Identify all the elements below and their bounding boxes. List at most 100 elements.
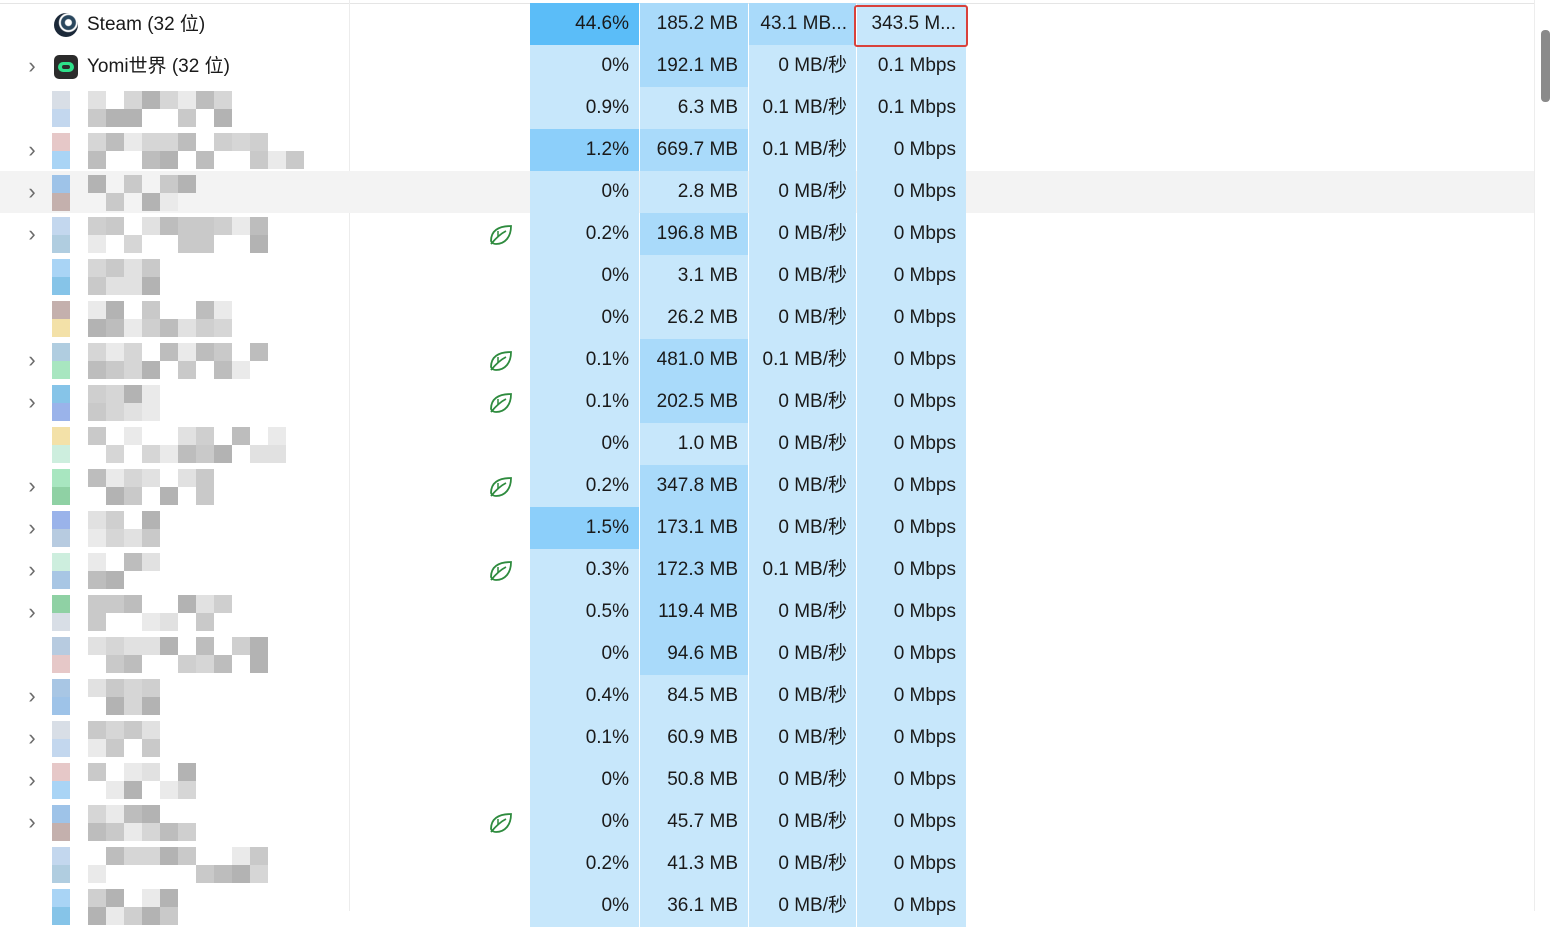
chevron-right-icon[interactable]: › <box>22 391 42 413</box>
chevron-right-icon[interactable]: › <box>22 727 42 749</box>
chevron-right-icon[interactable]: › <box>22 139 42 161</box>
table-row[interactable]: › 0.3% 172.3 MB 0.1 MB/秒 0 Mbps <box>0 549 1534 591</box>
memory-cell[interactable]: 94.6 MB <box>640 633 748 675</box>
disk-cell[interactable]: 0 MB/秒 <box>749 297 856 339</box>
disk-cell[interactable]: 0.1 MB/秒 <box>749 549 856 591</box>
table-row[interactable]: › 0.1% 202.5 MB 0 MB/秒 0 Mbps <box>0 381 1534 423</box>
cpu-cell[interactable]: 0.2% <box>530 465 639 507</box>
chevron-right-icon[interactable]: › <box>22 769 42 791</box>
cpu-cell[interactable]: 0.9% <box>530 87 639 129</box>
network-cell[interactable]: 0.1 Mbps <box>857 87 966 129</box>
network-cell[interactable]: 0.1 Mbps <box>857 45 966 87</box>
table-row[interactable]: › 0.1% 481.0 MB 0.1 MB/秒 0 Mbps <box>0 339 1534 381</box>
table-row[interactable]: › 1.2% 669.7 MB 0.1 MB/秒 0 Mbps <box>0 129 1534 171</box>
network-cell[interactable]: 0 Mbps <box>857 423 966 465</box>
cpu-cell[interactable]: 0.5% <box>530 591 639 633</box>
memory-cell[interactable]: 6.3 MB <box>640 87 748 129</box>
memory-cell[interactable]: 36.1 MB <box>640 885 748 927</box>
memory-cell[interactable]: 173.1 MB <box>640 507 748 549</box>
cpu-cell[interactable]: 0.2% <box>530 843 639 885</box>
table-row[interactable]: › 1.5% 173.1 MB 0 MB/秒 0 Mbps <box>0 507 1534 549</box>
table-row[interactable]: 0% 26.2 MB 0 MB/秒 0 Mbps <box>0 297 1534 339</box>
cpu-cell[interactable]: 0% <box>530 297 639 339</box>
network-cell[interactable]: 0 Mbps <box>857 507 966 549</box>
network-cell[interactable]: 0 Mbps <box>857 843 966 885</box>
table-row[interactable]: Steam (32 位) 44.6% 185.2 MB 43.1 MB... 343.5… <box>0 3 1534 45</box>
disk-cell[interactable]: 0.1 MB/秒 <box>749 87 856 129</box>
chevron-right-icon[interactable]: › <box>22 559 42 581</box>
chevron-right-icon[interactable]: › <box>22 223 42 245</box>
table-row[interactable]: › 0.4% 84.5 MB 0 MB/秒 0 Mbps <box>0 675 1534 717</box>
memory-cell[interactable]: 669.7 MB <box>640 129 748 171</box>
cpu-cell[interactable]: 0.3% <box>530 549 639 591</box>
network-cell[interactable]: 0 Mbps <box>857 591 966 633</box>
network-cell[interactable]: 0 Mbps <box>857 675 966 717</box>
disk-cell[interactable]: 0 MB/秒 <box>749 885 856 927</box>
memory-cell[interactable]: 192.1 MB <box>640 45 748 87</box>
vertical-scrollbar[interactable] <box>1534 0 1558 911</box>
table-row[interactable]: › Yomi世界 (32 位) 0% 192.1 MB 0 MB/秒 0.1 Mbps <box>0 45 1534 87</box>
network-cell[interactable]: 0 Mbps <box>857 717 966 759</box>
table-row[interactable]: › 0.5% 119.4 MB 0 MB/秒 0 Mbps <box>0 591 1534 633</box>
memory-cell[interactable]: 347.8 MB <box>640 465 748 507</box>
memory-cell[interactable]: 45.7 MB <box>640 801 748 843</box>
disk-cell[interactable]: 0 MB/秒 <box>749 381 856 423</box>
cpu-cell[interactable]: 0% <box>530 45 639 87</box>
chevron-right-icon[interactable]: › <box>22 685 42 707</box>
network-cell[interactable]: 0 Mbps <box>857 255 966 297</box>
cpu-cell[interactable]: 0.1% <box>530 339 639 381</box>
cpu-cell[interactable]: 0% <box>530 255 639 297</box>
disk-cell[interactable]: 0 MB/秒 <box>749 717 856 759</box>
disk-cell[interactable]: 43.1 MB... <box>749 3 856 45</box>
cpu-cell[interactable]: 1.2% <box>530 129 639 171</box>
memory-cell[interactable]: 202.5 MB <box>640 381 748 423</box>
disk-cell[interactable]: 0 MB/秒 <box>749 45 856 87</box>
cpu-cell[interactable]: 0% <box>530 423 639 465</box>
table-row[interactable]: 0% 94.6 MB 0 MB/秒 0 Mbps <box>0 633 1534 675</box>
memory-cell[interactable]: 26.2 MB <box>640 297 748 339</box>
chevron-right-icon[interactable]: › <box>22 517 42 539</box>
memory-cell[interactable]: 481.0 MB <box>640 339 748 381</box>
network-cell[interactable]: 0 Mbps <box>857 129 966 171</box>
cpu-cell[interactable]: 0% <box>530 633 639 675</box>
chevron-right-icon[interactable]: › <box>22 349 42 371</box>
chevron-right-icon[interactable]: › <box>22 475 42 497</box>
table-row[interactable]: 0.9% 6.3 MB 0.1 MB/秒 0.1 Mbps <box>0 87 1534 129</box>
chevron-right-icon[interactable]: › <box>22 811 42 833</box>
table-row[interactable]: › 0.2% 196.8 MB 0 MB/秒 0 Mbps <box>0 213 1534 255</box>
disk-cell[interactable]: 0.1 MB/秒 <box>749 129 856 171</box>
chevron-right-icon[interactable]: › <box>22 601 42 623</box>
memory-cell[interactable]: 3.1 MB <box>640 255 748 297</box>
table-row[interactable]: › 0.1% 60.9 MB 0 MB/秒 0 Mbps <box>0 717 1534 759</box>
network-cell[interactable]: 0 Mbps <box>857 339 966 381</box>
memory-cell[interactable]: 84.5 MB <box>640 675 748 717</box>
table-row[interactable]: 0% 1.0 MB 0 MB/秒 0 Mbps <box>0 423 1534 465</box>
cpu-cell[interactable]: 0.4% <box>530 675 639 717</box>
chevron-right-icon[interactable]: › <box>22 55 42 77</box>
network-cell[interactable]: 0 Mbps <box>857 465 966 507</box>
disk-cell[interactable]: 0 MB/秒 <box>749 423 856 465</box>
network-cell[interactable]: 0 Mbps <box>857 759 966 801</box>
memory-cell[interactable]: 60.9 MB <box>640 717 748 759</box>
disk-cell[interactable]: 0 MB/秒 <box>749 633 856 675</box>
disk-cell[interactable]: 0 MB/秒 <box>749 843 856 885</box>
disk-cell[interactable]: 0 MB/秒 <box>749 255 856 297</box>
table-row[interactable]: › 0.2% 347.8 MB 0 MB/秒 0 Mbps <box>0 465 1534 507</box>
table-row[interactable]: › 0% 2.8 MB 0 MB/秒 0 Mbps <box>0 171 1534 213</box>
memory-cell[interactable]: 50.8 MB <box>640 759 748 801</box>
disk-cell[interactable]: 0 MB/秒 <box>749 171 856 213</box>
memory-cell[interactable]: 172.3 MB <box>640 549 748 591</box>
memory-cell[interactable]: 119.4 MB <box>640 591 748 633</box>
table-row[interactable]: › 0% 50.8 MB 0 MB/秒 0 Mbps <box>0 759 1534 801</box>
network-cell[interactable]: 0 Mbps <box>857 633 966 675</box>
table-row[interactable]: 0.2% 41.3 MB 0 MB/秒 0 Mbps <box>0 843 1534 885</box>
memory-cell[interactable]: 185.2 MB <box>640 3 748 45</box>
memory-cell[interactable]: 1.0 MB <box>640 423 748 465</box>
disk-cell[interactable]: 0 MB/秒 <box>749 465 856 507</box>
network-cell[interactable]: 0 Mbps <box>857 213 966 255</box>
network-cell[interactable]: 0 Mbps <box>857 171 966 213</box>
cpu-cell[interactable]: 1.5% <box>530 507 639 549</box>
memory-cell[interactable]: 196.8 MB <box>640 213 748 255</box>
cpu-cell[interactable]: 0% <box>530 171 639 213</box>
cpu-cell[interactable]: 0% <box>530 759 639 801</box>
